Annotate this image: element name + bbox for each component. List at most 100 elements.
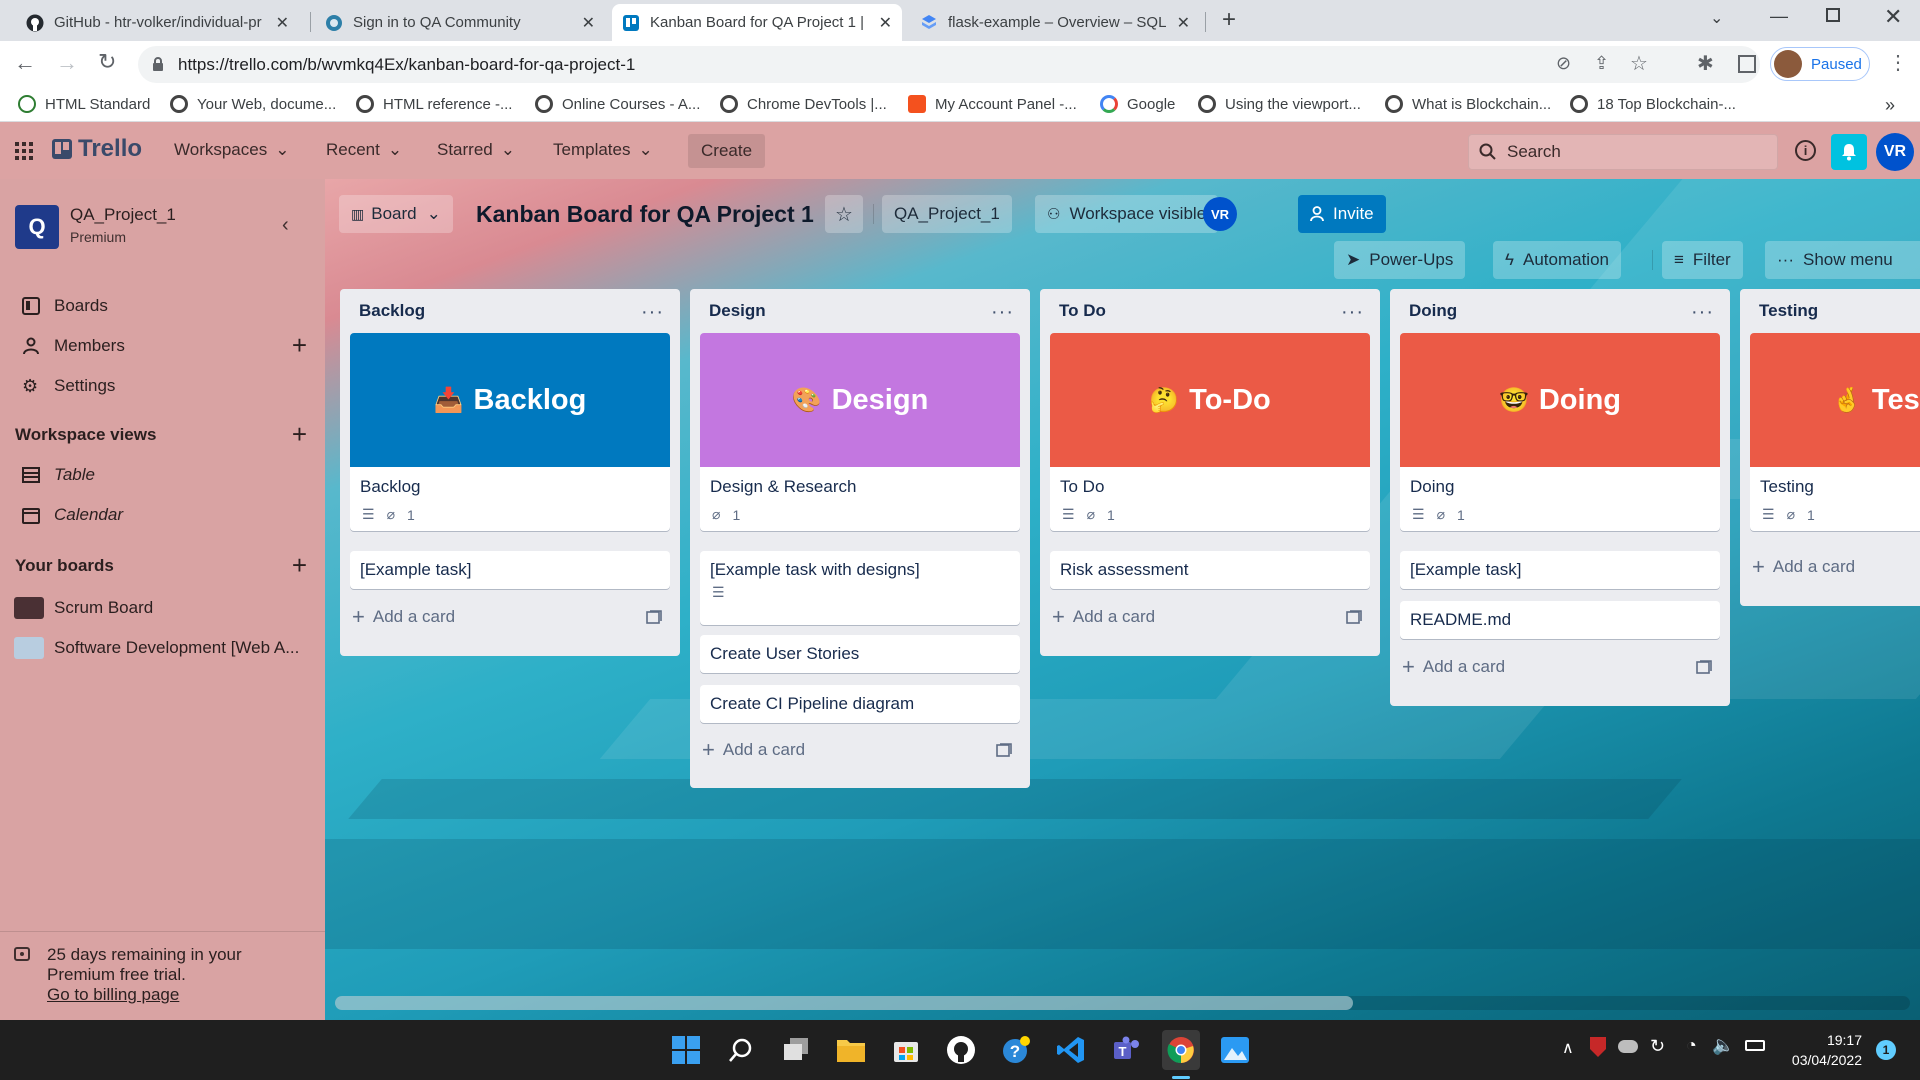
bookmark-item[interactable]: Your Web, docume... (170, 95, 336, 113)
cover-card[interactable]: 📥 Backlog Backlog ☰ ⌀ 1 (350, 333, 670, 531)
bookmark-item[interactable]: My Account Panel -... (908, 95, 1077, 113)
bookmark-item[interactable]: Using the viewport... (1198, 95, 1361, 113)
add-card-button[interactable]: + Add a card (1402, 652, 1505, 682)
bookmark-item[interactable]: Chrome DevTools |... (720, 95, 887, 113)
invite-button[interactable]: Invite (1298, 195, 1386, 233)
sidebar-item-calendar[interactable]: Calendar (0, 495, 325, 535)
add-member-plus-icon[interactable]: + (292, 332, 307, 358)
tab-search-chevron-icon[interactable]: ⌄ (1710, 8, 1723, 28)
tab-github[interactable]: GitHub - htr-volker/individual-pr ✕ (16, 4, 299, 41)
app-switcher-icon[interactable] (15, 142, 33, 160)
wifi-icon[interactable]: ◔ (1686, 1035, 1697, 1056)
nav-recent[interactable]: Recent ⌄ (326, 134, 402, 166)
battery-icon[interactable] (1745, 1040, 1765, 1051)
card-template-icon[interactable] (996, 743, 1012, 757)
card[interactable]: [Example task] (350, 551, 670, 589)
workspace-avatar[interactable]: Q (15, 205, 59, 249)
bookmark-item[interactable]: HTML reference -... (356, 95, 512, 113)
list-title[interactable]: Design (690, 289, 1030, 333)
notification-count-badge[interactable]: 1 (1876, 1040, 1896, 1060)
reload-icon[interactable]: ↻ (98, 49, 116, 75)
billing-link[interactable]: Go to billing page (47, 985, 242, 1005)
forward-arrow-icon[interactable]: → (56, 50, 78, 76)
cover-card[interactable]: 🎨 Design Design & Research ⌀ 1 (700, 333, 1020, 531)
card[interactable]: Risk assessment (1050, 551, 1370, 589)
close-window-icon[interactable]: ✕ (1884, 4, 1902, 30)
cover-card[interactable]: 🤞 Test Testing ☰ ⌀ 1 (1750, 333, 1920, 531)
taskbar-clock[interactable]: 19:17 03/04/2022 (1792, 1030, 1862, 1070)
filter-button[interactable]: ≡ Filter (1662, 241, 1743, 279)
extensions-puzzle-icon[interactable]: ✱ (1697, 51, 1714, 76)
card-template-icon[interactable] (646, 610, 662, 624)
card-template-icon[interactable] (1696, 660, 1712, 674)
list-menu-icon[interactable]: ··· (1341, 301, 1364, 324)
board-title[interactable]: Kanban Board for QA Project 1 (476, 201, 814, 228)
add-view-plus-icon[interactable]: + (292, 421, 307, 447)
close-tab-icon[interactable]: ✕ (1177, 13, 1190, 33)
close-tab-icon[interactable]: ✕ (582, 13, 595, 33)
card[interactable]: [Example task] (1400, 551, 1720, 589)
sidebar-item-boards[interactable]: Boards (0, 286, 325, 326)
tab-sql[interactable]: flask-example – Overview – SQL ✕ (910, 4, 1200, 41)
search-input[interactable]: Search (1468, 134, 1778, 170)
board-view-switcher[interactable]: ▥ Board ⌄ (339, 195, 453, 233)
card[interactable]: Create User Stories (700, 635, 1020, 673)
sidebar-item-settings[interactable]: ⚙ Settings (0, 366, 325, 406)
share-icon[interactable]: ⇪ (1594, 53, 1609, 74)
card-template-icon[interactable] (1346, 610, 1362, 624)
photos-icon[interactable] (1217, 1032, 1253, 1068)
bookmark-star-icon[interactable]: ☆ (1630, 51, 1648, 76)
cover-card[interactable]: 🤔 To-Do To Do ☰ ⌀ 1 (1050, 333, 1370, 531)
add-card-button[interactable]: + Add a card (1752, 552, 1855, 582)
browser-menu-icon[interactable]: ⋮ (1888, 50, 1908, 75)
nav-workspaces[interactable]: Workspaces ⌄ (174, 134, 289, 166)
automation-button[interactable]: ϟ Automation (1493, 241, 1621, 279)
visibility-button[interactable]: ⚇ Workspace visible (1035, 195, 1219, 233)
tab-qa-community[interactable]: Sign in to QA Community ✕ (315, 4, 605, 41)
sidebar-board-software-dev[interactable]: Software Development [Web A... (0, 628, 325, 668)
restore-icon[interactable] (1826, 8, 1840, 22)
close-tab-icon[interactable]: ✕ (879, 13, 892, 33)
nav-starred[interactable]: Starred ⌄ (437, 134, 515, 166)
bookmarks-overflow[interactable]: » (1885, 95, 1895, 116)
help-tips-icon[interactable]: ? (998, 1032, 1034, 1068)
bookmark-item[interactable]: HTML Standard (18, 95, 150, 113)
user-avatar[interactable]: VR (1876, 133, 1914, 171)
card[interactable]: README.md (1400, 601, 1720, 639)
address-bar[interactable]: https://trello.com/b/wvmkq4Ex/kanban-boa… (138, 46, 1760, 83)
bookmark-item[interactable]: Google (1100, 95, 1175, 113)
workspace-name[interactable]: QA_Project_1 (70, 205, 176, 225)
add-card-button[interactable]: + Add a card (1052, 602, 1155, 632)
new-tab-button[interactable]: + (1222, 6, 1236, 34)
board-member-avatar[interactable]: VR (1203, 197, 1237, 231)
close-tab-icon[interactable]: ✕ (276, 13, 289, 33)
bookmark-item[interactable]: What is Blockchain... (1385, 95, 1551, 113)
list-menu-icon[interactable]: ··· (991, 301, 1014, 324)
show-menu-button[interactable]: ··· Show menu (1765, 241, 1920, 279)
info-icon[interactable]: i (1795, 140, 1816, 161)
sync-icon[interactable]: ↻ (1650, 1036, 1665, 1057)
nav-templates[interactable]: Templates ⌄ (553, 134, 653, 166)
vscode-icon[interactable] (1053, 1032, 1089, 1068)
card[interactable]: [Example task with designs] ☰ (700, 551, 1020, 625)
trello-logo[interactable]: Trello (52, 135, 142, 163)
volume-icon[interactable]: 🔈 (1712, 1035, 1734, 1056)
minimize-icon[interactable]: — (1770, 6, 1788, 27)
list-title[interactable]: To Do (1040, 289, 1380, 333)
list-menu-icon[interactable]: ··· (1691, 301, 1714, 324)
bookmark-item[interactable]: 18 Top Blockchain-... (1570, 95, 1736, 113)
bookmark-item[interactable]: Online Courses - A... (535, 95, 700, 113)
show-hidden-icons-chevron-icon[interactable]: ∧ (1562, 1038, 1574, 1058)
search-icon[interactable] (723, 1032, 759, 1068)
task-view-icon[interactable] (778, 1032, 814, 1068)
workspace-button[interactable]: QA_Project_1 (882, 195, 1012, 233)
teams-icon[interactable]: T (1108, 1032, 1144, 1068)
sidebar-item-table[interactable]: Table (0, 455, 325, 495)
chrome-icon[interactable] (1162, 1030, 1200, 1070)
windows-start-icon[interactable] (668, 1032, 704, 1068)
power-ups-button[interactable]: ➤ Power-Ups (1334, 241, 1466, 279)
eye-slash-icon[interactable]: ⊘ (1556, 53, 1571, 74)
onedrive-cloud-icon[interactable] (1618, 1040, 1638, 1053)
github-desktop-icon[interactable] (943, 1032, 979, 1068)
profile-button[interactable]: Paused (1770, 47, 1870, 81)
